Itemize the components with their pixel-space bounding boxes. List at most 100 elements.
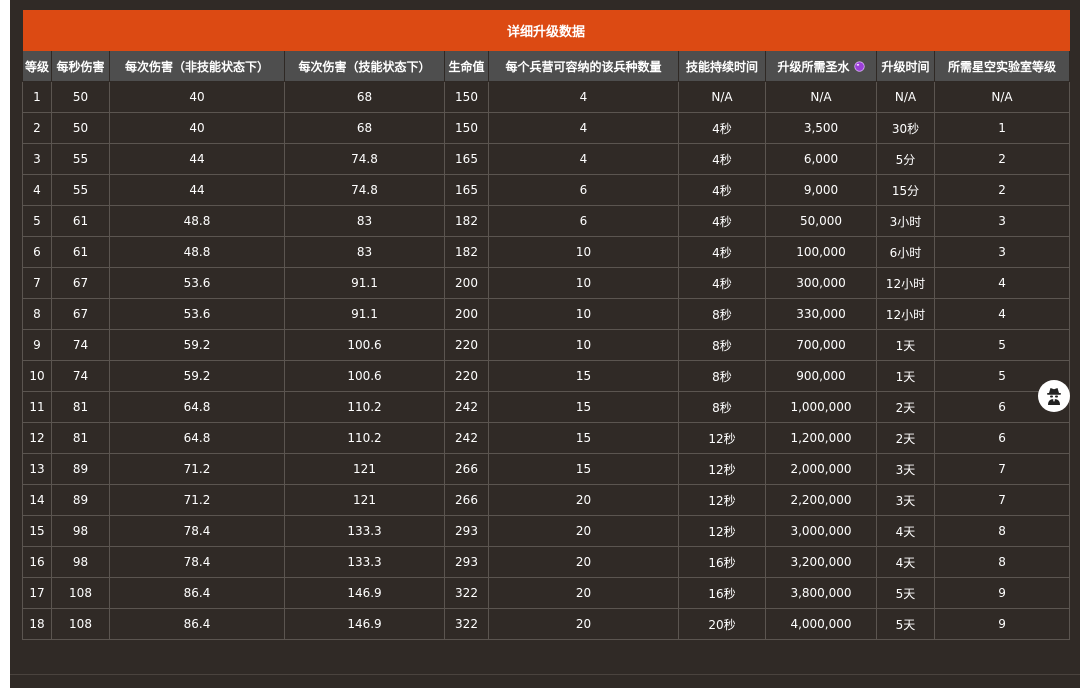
cell-barracks-capacity: 6 [488, 174, 679, 206]
cell-ability-duration: 12秒 [678, 515, 766, 547]
cell-barracks-capacity: 15 [488, 422, 679, 454]
cell-dps: 98 [51, 515, 110, 547]
cell-damage-ability: 68 [284, 112, 445, 144]
upgrade-data-table: 详细升级数据 等级 每秒伤害 每次伤害（非技能状态下） 每次伤害（技能状态下） … [22, 10, 1071, 640]
cell-damage-ability: 110.2 [284, 422, 445, 454]
cell-barracks-capacity: 20 [488, 546, 679, 578]
cell-lab-level: 2 [933, 143, 1071, 175]
cell-hitpoints: 293 [444, 515, 489, 547]
cell-barracks-capacity: 4 [488, 143, 679, 175]
table-row: 4 55 44 74.8 165 6 4秒 9,000 15分 2 [22, 174, 1071, 206]
cell-dps: 81 [51, 422, 110, 454]
cell-damage-normal: 44 [109, 143, 285, 175]
cell-lab-level: 7 [933, 484, 1071, 516]
cell-level: 15 [22, 515, 52, 547]
cell-barracks-capacity: 20 [488, 515, 679, 547]
cell-level: 13 [22, 453, 52, 485]
cell-ability-duration: 12秒 [678, 422, 766, 454]
cell-damage-normal: 64.8 [109, 422, 285, 454]
table-title: 详细升级数据 [22, 10, 1070, 51]
cell-hitpoints: 242 [444, 391, 489, 423]
cell-level: 12 [22, 422, 52, 454]
cell-barracks-capacity: 20 [488, 608, 679, 640]
cell-ability-duration: 12秒 [678, 484, 766, 516]
cell-barracks-capacity: 15 [488, 453, 679, 485]
cell-upgrade-time: N/A [876, 81, 935, 113]
cell-hitpoints: 200 [444, 267, 489, 299]
header-hitpoints: 生命值 [444, 51, 489, 82]
cell-upgrade-cost: 700,000 [765, 329, 877, 361]
cell-ability-duration: 16秒 [678, 577, 766, 609]
cell-upgrade-cost: 4,000,000 [765, 608, 877, 640]
cell-upgrade-time: 2天 [876, 391, 935, 423]
cell-ability-duration: 20秒 [678, 608, 766, 640]
cell-level: 5 [22, 205, 52, 237]
cell-dps: 55 [51, 143, 110, 175]
cell-lab-level: 8 [933, 546, 1071, 578]
cell-dps: 74 [51, 329, 110, 361]
header-damage-ability: 每次伤害（技能状态下） [284, 51, 445, 82]
cell-lab-level: 5 [933, 329, 1071, 361]
cell-upgrade-time: 30秒 [876, 112, 935, 144]
cell-upgrade-cost: 3,800,000 [765, 577, 877, 609]
cell-damage-normal: 59.2 [109, 360, 285, 392]
cell-upgrade-time: 6小时 [876, 236, 935, 268]
table-row: 12 81 64.8 110.2 242 15 12秒 1,200,000 2天 6 [22, 422, 1071, 454]
cell-lab-level: 9 [933, 577, 1071, 609]
cell-level: 17 [22, 577, 52, 609]
cell-ability-duration: 8秒 [678, 391, 766, 423]
cell-upgrade-time: 1天 [876, 360, 935, 392]
cell-damage-normal: 48.8 [109, 205, 285, 237]
cell-dps: 67 [51, 267, 110, 299]
table-row: 10 74 59.2 100.6 220 15 8秒 900,000 1天 5 [22, 360, 1071, 392]
cell-dps: 74 [51, 360, 110, 392]
cell-damage-ability: 74.8 [284, 174, 445, 206]
cell-lab-level: 8 [933, 515, 1071, 547]
cell-ability-duration: 4秒 [678, 267, 766, 299]
table-row: 9 74 59.2 100.6 220 10 8秒 700,000 1天 5 [22, 329, 1071, 361]
cell-hitpoints: 266 [444, 484, 489, 516]
cell-lab-level: 1 [933, 112, 1071, 144]
cell-hitpoints: 165 [444, 143, 489, 175]
cell-damage-normal: 71.2 [109, 484, 285, 516]
cell-ability-duration: 16秒 [678, 546, 766, 578]
cell-damage-normal: 59.2 [109, 329, 285, 361]
cell-barracks-capacity: 4 [488, 81, 679, 113]
cell-upgrade-time: 5天 [876, 608, 935, 640]
cell-damage-ability: 68 [284, 81, 445, 113]
cell-lab-level: 3 [933, 236, 1071, 268]
cell-damage-ability: 100.6 [284, 329, 445, 361]
header-barracks-capacity: 每个兵营可容纳的该兵种数量 [488, 51, 679, 82]
cell-dps: 55 [51, 174, 110, 206]
cell-damage-ability: 146.9 [284, 608, 445, 640]
cell-upgrade-cost: 3,200,000 [765, 546, 877, 578]
cell-ability-duration: 4秒 [678, 236, 766, 268]
cell-barracks-capacity: 10 [488, 267, 679, 299]
header-upgrade-cost: 升级所需圣水 [765, 51, 877, 82]
cell-lab-level: 4 [933, 267, 1071, 299]
header-level: 等级 [22, 51, 52, 82]
cell-damage-normal: 86.4 [109, 577, 285, 609]
cell-hitpoints: 150 [444, 81, 489, 113]
cell-barracks-capacity: 15 [488, 360, 679, 392]
cell-damage-ability: 91.1 [284, 267, 445, 299]
cell-damage-ability: 146.9 [284, 577, 445, 609]
cell-level: 3 [22, 143, 52, 175]
cell-hitpoints: 322 [444, 577, 489, 609]
cell-dps: 89 [51, 453, 110, 485]
cell-ability-duration: 4秒 [678, 205, 766, 237]
cell-barracks-capacity: 4 [488, 112, 679, 144]
cell-hitpoints: 220 [444, 360, 489, 392]
cell-hitpoints: 220 [444, 329, 489, 361]
cell-hitpoints: 182 [444, 205, 489, 237]
cell-hitpoints: 293 [444, 546, 489, 578]
table-row: 3 55 44 74.8 165 4 4秒 6,000 5分 2 [22, 143, 1071, 175]
cell-lab-level: 6 [933, 422, 1071, 454]
header-upgrade-time: 升级时间 [876, 51, 935, 82]
cell-lab-level: 9 [933, 608, 1071, 640]
table-row: 17 108 86.4 146.9 322 20 16秒 3,800,000 5天 9 [22, 577, 1071, 609]
cell-barracks-capacity: 20 [488, 484, 679, 516]
floating-spy-button[interactable] [1038, 380, 1070, 412]
cell-upgrade-time: 5分 [876, 143, 935, 175]
cell-ability-duration: 4秒 [678, 143, 766, 175]
